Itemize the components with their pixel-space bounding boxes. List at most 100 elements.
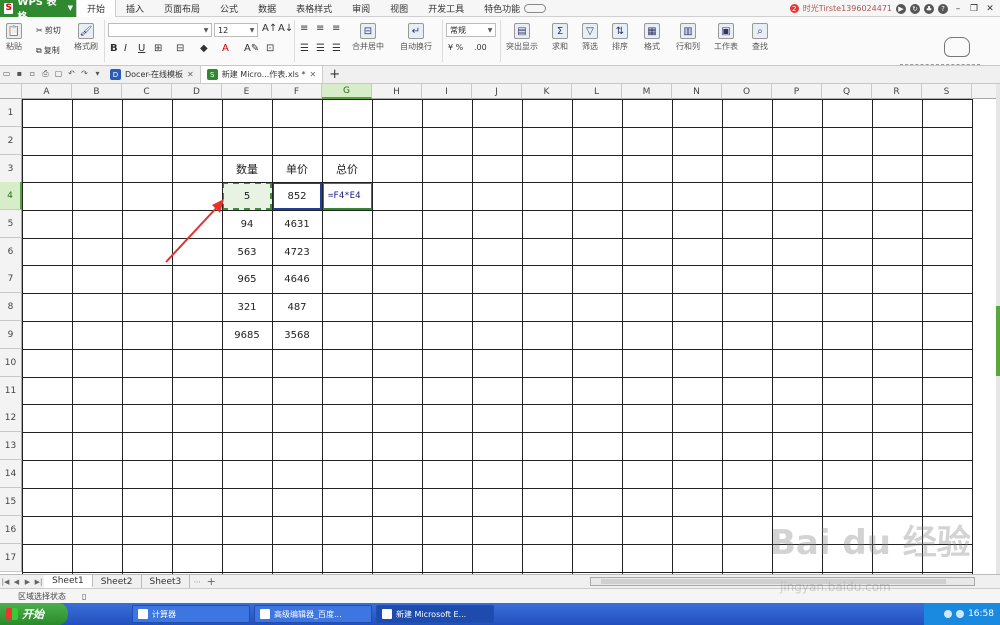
merge-center-button[interactable]: ⊟ 合并居中	[352, 23, 384, 52]
task-spreadsheet[interactable]: 新建 Microsoft E...	[376, 605, 494, 623]
scroll-thumb[interactable]	[601, 579, 946, 584]
row-header-1[interactable]: 1	[0, 99, 22, 127]
font-color-icon[interactable]: A	[222, 43, 229, 54]
decrease-font-icon[interactable]: A↓	[278, 23, 293, 34]
row-header-4[interactable]: 4	[0, 182, 22, 210]
menu-tab-features[interactable]: 特色功能	[474, 0, 530, 17]
task-editor[interactable]: 高级编辑器_百度...	[254, 605, 372, 623]
spell-icon[interactable]: ⊡	[266, 43, 274, 54]
italic-button[interactable]: I	[124, 43, 127, 54]
cell-unit-price[interactable]: 487	[272, 293, 322, 321]
column-header-c[interactable]: C	[122, 84, 172, 99]
add-sheet-button[interactable]: +	[204, 575, 218, 588]
sync-icon[interactable]: ↻	[910, 3, 920, 14]
worksheet-button[interactable]: ▣ 工作表	[714, 23, 738, 52]
column-header-s[interactable]: S	[922, 84, 972, 99]
undo-icon[interactable]: ↶	[65, 69, 78, 81]
sheet-tab-2[interactable]: Sheet2	[93, 575, 142, 588]
column-header-n[interactable]: N	[672, 84, 722, 99]
format-painter-button[interactable]: 🖌 格式刷	[74, 23, 98, 52]
row-header-15[interactable]: 15	[0, 488, 22, 516]
column-header-j[interactable]: J	[472, 84, 522, 99]
cell-quantity[interactable]: 9685	[222, 321, 272, 349]
new-tab-button[interactable]: +	[329, 67, 340, 82]
task-calculator[interactable]: 计算器	[132, 605, 250, 623]
header-cell-quantity[interactable]: 数量	[222, 155, 272, 183]
column-header-a[interactable]: A	[22, 84, 72, 99]
align-top-icon[interactable]: ≡	[300, 23, 308, 34]
select-all-corner[interactable]	[0, 84, 22, 99]
minimize-button[interactable]: –	[952, 4, 964, 14]
row-header-6[interactable]: 6	[0, 238, 22, 266]
format-button[interactable]: ▦ 格式	[644, 23, 660, 52]
doc-tab-docer[interactable]: D Docer-在线模板 ✕	[104, 66, 201, 83]
row-header-17[interactable]: 17	[0, 544, 22, 572]
cell-g4-editor[interactable]: =F4*E4	[322, 182, 373, 210]
auto-wrap-button[interactable]: ↵ 自动换行	[400, 23, 432, 52]
worksheet-grid[interactable]: ABCDEFGHIJKLMNOPQRS =F4*E4 数量 单价 总价 5 94 563 9…	[0, 84, 996, 574]
borders-icon[interactable]: ⊞	[154, 43, 162, 54]
dropdown-icon[interactable]: ▾	[91, 69, 104, 81]
cell-quantity[interactable]: 94	[222, 210, 272, 238]
tray-icon[interactable]	[956, 610, 965, 618]
number-format-select[interactable]: 常规 ▼	[446, 23, 496, 37]
column-header-b[interactable]: B	[72, 84, 122, 99]
cell-quantity[interactable]: 965	[222, 265, 272, 293]
export-icon[interactable]: ▢	[52, 69, 65, 81]
align-left-icon[interactable]: ☰	[300, 43, 309, 54]
close-icon[interactable]: ✕	[187, 70, 194, 79]
cell-unit-price[interactable]: 4631	[272, 210, 322, 238]
column-header-r[interactable]: R	[872, 84, 922, 99]
row-header-13[interactable]: 13	[0, 432, 22, 460]
clear-format-icon[interactable]: A✎	[244, 43, 259, 54]
play-icon[interactable]: ▶	[896, 3, 906, 14]
last-sheet-icon[interactable]: ▶|	[33, 578, 44, 586]
sum-button[interactable]: Σ 求和	[552, 23, 568, 52]
redo-icon[interactable]: ↷	[78, 69, 91, 81]
currency-icon[interactable]: ¥ %	[448, 43, 463, 52]
row-header-11[interactable]: 11	[0, 377, 22, 405]
paste-button[interactable]: 📋 粘贴	[6, 23, 22, 52]
menu-tab-page-layout[interactable]: 页面布局	[154, 0, 210, 17]
sheet-tab-3[interactable]: Sheet3	[142, 575, 191, 588]
print-preview-icon[interactable]: ▫	[26, 69, 39, 81]
print-icon[interactable]: ⎙	[39, 69, 52, 81]
filter-button[interactable]: ▽ 筛选	[582, 23, 598, 52]
underline-button[interactable]: U	[138, 43, 145, 54]
align-right-icon[interactable]: ☰	[332, 43, 341, 54]
row-header-9[interactable]: 9	[0, 321, 22, 349]
menu-tab-data[interactable]: 数据	[248, 0, 286, 17]
column-header-m[interactable]: M	[622, 84, 672, 99]
menu-tab-insert[interactable]: 插入	[116, 0, 154, 17]
column-header-d[interactable]: D	[172, 84, 222, 99]
row-header-10[interactable]: 10	[0, 349, 22, 377]
menu-tab-table-style[interactable]: 表格样式	[286, 0, 342, 17]
help-icon[interactable]: ?	[938, 3, 948, 14]
close-icon[interactable]: ✕	[310, 70, 317, 79]
menu-tab-home[interactable]: 开始	[76, 0, 117, 17]
align-center-icon[interactable]: ☰	[316, 43, 325, 54]
header-cell-unit-price[interactable]: 单价	[272, 155, 322, 183]
column-header-e[interactable]: E	[222, 84, 272, 99]
more-sheets-icon[interactable]: ⋯	[190, 578, 204, 586]
merge-cells-icon[interactable]: ⊟	[176, 43, 184, 54]
column-header-h[interactable]: H	[372, 84, 422, 99]
highlight-button[interactable]: ▤ 突出显示	[506, 23, 538, 52]
font-size-select[interactable]: 12 ▼	[214, 23, 258, 37]
menu-tab-review[interactable]: 审阅	[342, 0, 380, 17]
menu-tab-view[interactable]: 视图	[380, 0, 418, 17]
align-middle-icon[interactable]: ≡	[316, 23, 324, 34]
cell-unit-price[interactable]: 852	[272, 182, 322, 210]
row-header-5[interactable]: 5	[0, 210, 22, 238]
user-name[interactable]: 时光Tirste1396024471	[803, 3, 892, 14]
column-header-l[interactable]: L	[572, 84, 622, 99]
menu-tab-developer[interactable]: 开发工具	[418, 0, 474, 17]
save-icon[interactable]: ▪	[13, 69, 26, 81]
column-header-p[interactable]: P	[772, 84, 822, 99]
cell-quantity[interactable]: 563	[222, 238, 272, 266]
wps-app-menu[interactable]: S WPS 表格 ▼	[0, 0, 76, 23]
cell-quantity[interactable]: 321	[222, 293, 272, 321]
folder-icon[interactable]: ▭	[0, 69, 13, 81]
row-header-8[interactable]: 8	[0, 293, 22, 321]
sheet-tab-1[interactable]: Sheet1	[44, 575, 93, 588]
